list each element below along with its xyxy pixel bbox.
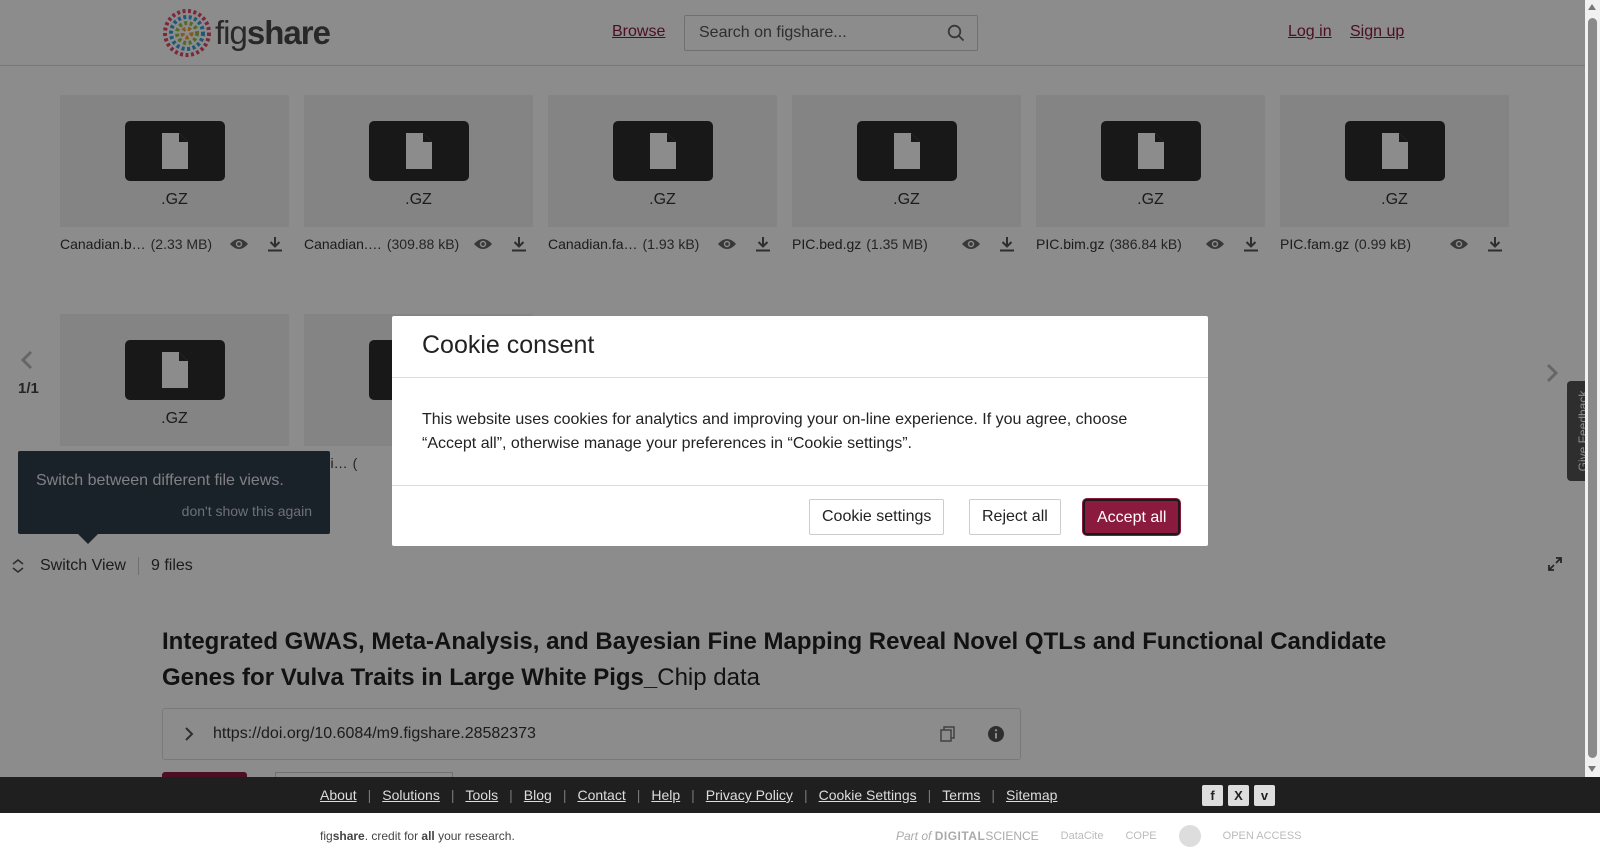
- footer-link-cookie-settings[interactable]: Cookie Settings: [819, 787, 917, 803]
- footer-link-help[interactable]: Help: [651, 787, 680, 803]
- digital-science-logo[interactable]: Part of DIGITALSCIENCE: [896, 829, 1039, 843]
- cookie-consent-dialog: Cookie consent This website uses cookies…: [392, 316, 1208, 546]
- footer-separator: |: [450, 787, 455, 803]
- x-twitter-icon[interactable]: X: [1228, 785, 1249, 806]
- social-links: f X v: [1202, 785, 1275, 806]
- open-access-logo[interactable]: OPEN ACCESS: [1223, 830, 1302, 842]
- reject-all-button[interactable]: Reject all: [969, 499, 1061, 535]
- partner-logos: Part of DIGITALSCIENCE DataCite COPE OPE…: [896, 825, 1302, 847]
- cope-logo[interactable]: COPE: [1125, 830, 1156, 842]
- footer-separator: |: [927, 787, 932, 803]
- footer-link-contact[interactable]: Contact: [577, 787, 625, 803]
- footer-separator: |: [691, 787, 695, 803]
- footer-link-tools[interactable]: Tools: [465, 787, 498, 803]
- footer-separator: |: [367, 787, 372, 803]
- footer-separator: |: [991, 787, 996, 803]
- dialog-body: This website uses cookies for analytics …: [392, 378, 1208, 486]
- accept-all-button[interactable]: Accept all: [1083, 499, 1181, 535]
- scroll-up-arrow[interactable]: [1588, 4, 1596, 10]
- footer-links-bar: About | Solutions | Tools | Blog | Contact | Help |…: [0, 777, 1600, 813]
- footer-link-about[interactable]: About: [320, 787, 357, 803]
- footer-separator: |: [509, 787, 513, 803]
- footer-separator: |: [562, 787, 567, 803]
- footer-separator: |: [636, 787, 641, 803]
- facebook-icon[interactable]: f: [1202, 785, 1223, 806]
- footer-bottom: figshare. credit for all your research. …: [0, 813, 1600, 861]
- footer-separator: |: [803, 787, 808, 803]
- cookie-settings-button[interactable]: Cookie settings: [809, 499, 945, 535]
- footer-link-solutions[interactable]: Solutions: [382, 787, 440, 803]
- partner-circle-logo[interactable]: [1178, 825, 1201, 847]
- scrollbar-thumb[interactable]: [1588, 18, 1597, 758]
- footer-links: About | Solutions | Tools | Blog | Contact | Help |…: [320, 787, 1057, 803]
- page-scrollbar[interactable]: [1585, 0, 1600, 777]
- footer-credit: figshare. credit for all your research.: [320, 829, 515, 843]
- datacite-logo[interactable]: DataCite: [1061, 830, 1104, 842]
- vimeo-icon[interactable]: v: [1254, 785, 1275, 806]
- dialog-footer: Cookie settings Reject all Accept all: [392, 486, 1208, 546]
- scroll-down-arrow[interactable]: [1588, 766, 1596, 772]
- footer-link-sitemap[interactable]: Sitemap: [1006, 787, 1057, 803]
- dialog-title: Cookie consent: [392, 316, 1208, 378]
- footer-link-blog[interactable]: Blog: [524, 787, 552, 803]
- footer-link-terms[interactable]: Terms: [942, 787, 980, 803]
- footer-link-privacy-policy[interactable]: Privacy Policy: [706, 787, 793, 803]
